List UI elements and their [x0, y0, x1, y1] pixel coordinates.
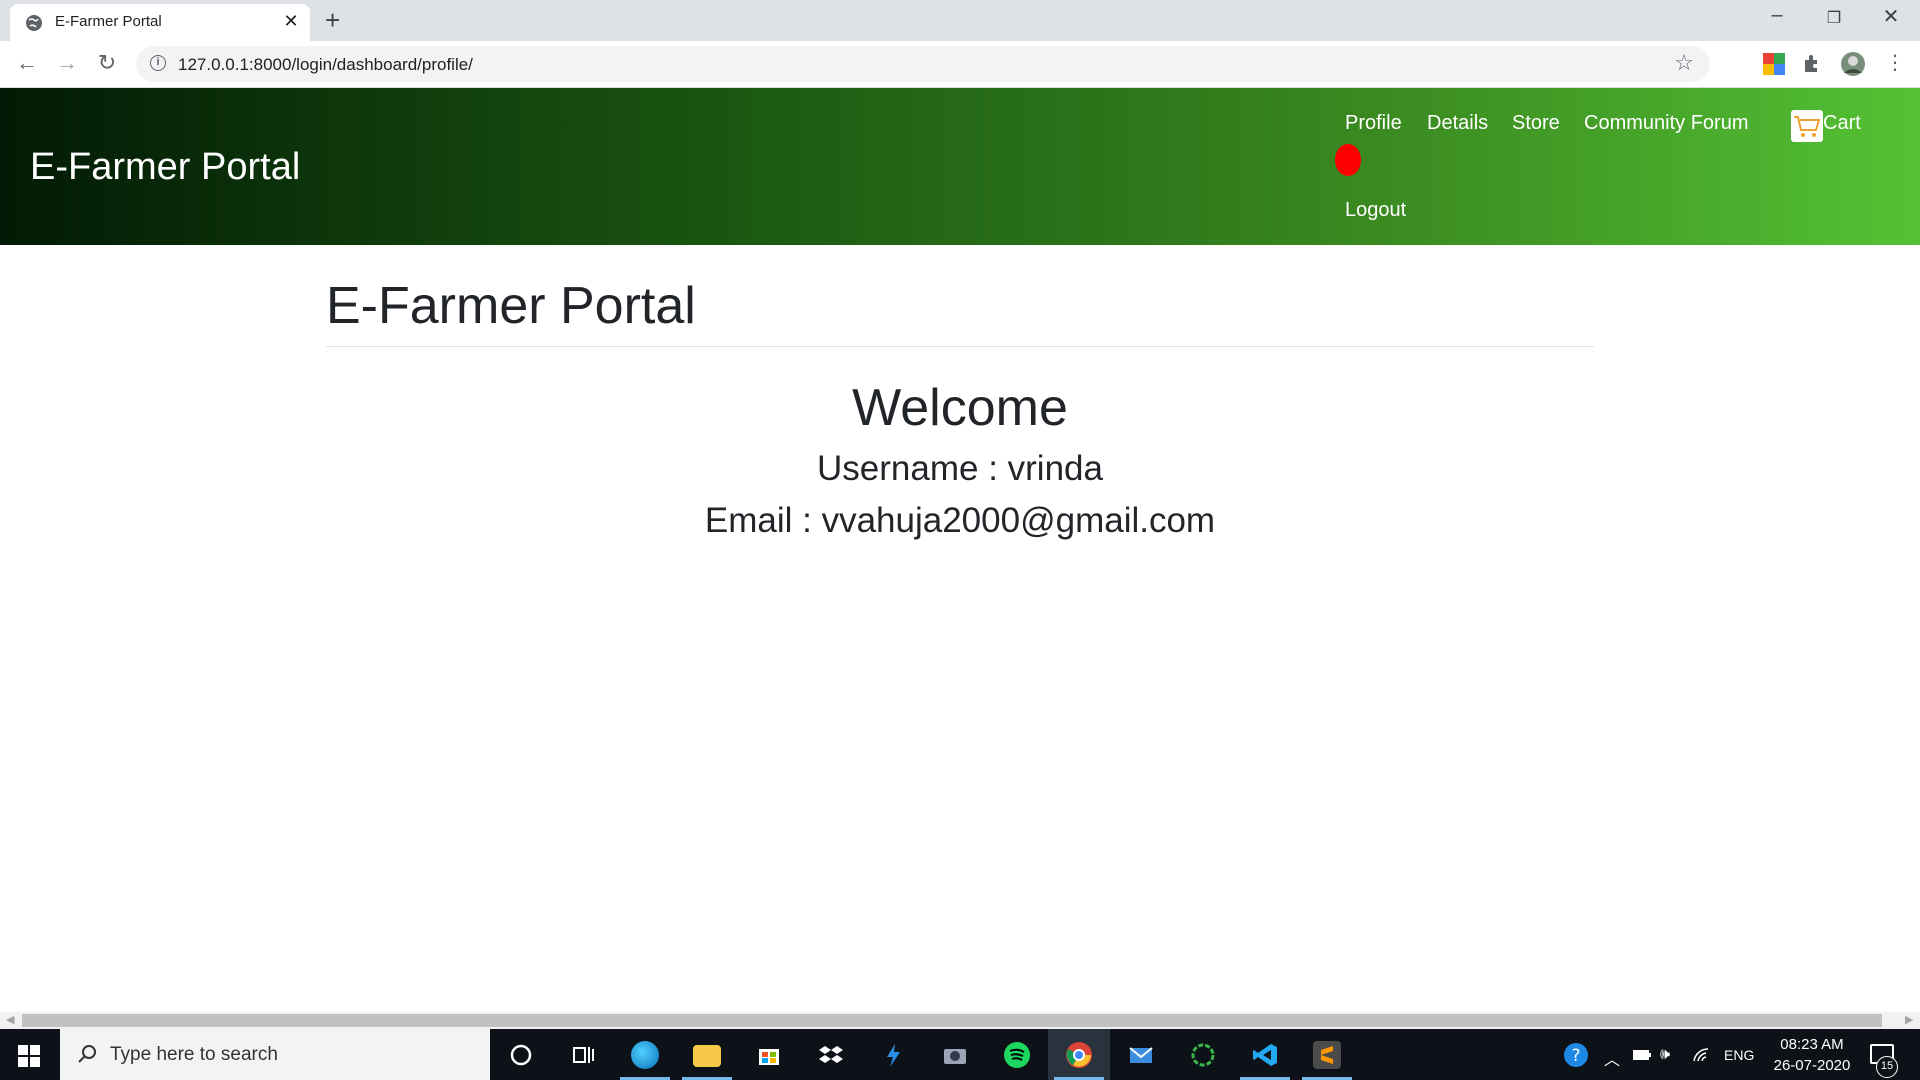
nav-profile[interactable]: Profile	[1345, 112, 1402, 135]
nav-logout[interactable]: Logout	[1345, 199, 1406, 222]
file-explorer-icon[interactable]	[676, 1029, 738, 1080]
microsoft-store-icon[interactable]	[738, 1029, 800, 1080]
url-text[interactable]: 127.0.0.1:8000/login/dashboard/profile/	[178, 55, 473, 75]
loading-ring-app-icon[interactable]	[1172, 1029, 1234, 1080]
search-icon	[78, 1045, 96, 1063]
minimize-icon[interactable]: –	[1757, 4, 1797, 27]
extension-colorful-icon[interactable]	[1762, 52, 1786, 76]
extensions-puzzle-icon[interactable]	[1800, 52, 1824, 76]
spotify-icon[interactable]	[986, 1029, 1048, 1080]
scroll-left-icon[interactable]: ◀	[6, 1013, 14, 1026]
cortana-icon[interactable]	[490, 1029, 552, 1080]
nav-cart[interactable]: Cart	[1823, 112, 1861, 135]
globe-icon	[26, 15, 42, 31]
search-placeholder: Type here to search	[110, 1044, 278, 1065]
back-icon[interactable]: ←	[12, 50, 42, 76]
welcome-heading: Welcome	[852, 379, 1068, 437]
edge-browser-icon[interactable]	[614, 1029, 676, 1080]
windows-taskbar: Type here to search ? ︿ 🕪 ENG 08:23 AM 2…	[0, 1029, 1920, 1080]
notification-dot	[1335, 144, 1361, 176]
chrome-icon[interactable]	[1048, 1029, 1110, 1080]
close-tab-icon[interactable]: ✕	[280, 11, 302, 32]
taskbar-clock[interactable]: 08:23 AM 26-07-2020	[1752, 1034, 1872, 1076]
svg-text:?: ?	[1571, 1046, 1580, 1066]
browser-tab[interactable]: E-Farmer Portal ✕	[10, 4, 310, 41]
reload-icon[interactable]: ↻	[92, 50, 122, 76]
title-divider	[326, 346, 1594, 347]
mail-icon[interactable]	[1110, 1029, 1172, 1080]
site-header: E-Farmer Portal Profile Details Store Co…	[0, 88, 1920, 245]
clock-date: 26-07-2020	[1773, 1057, 1851, 1074]
windows-start-icon[interactable]	[18, 1045, 40, 1067]
restore-icon[interactable]: ❐	[1814, 8, 1854, 28]
lightning-app-icon[interactable]	[862, 1029, 924, 1080]
username-text: Username : vrinda	[817, 449, 1103, 488]
site-info-icon[interactable]: i	[150, 55, 166, 71]
camera-icon[interactable]	[924, 1029, 986, 1080]
taskbar-search-box[interactable]: Type here to search	[60, 1029, 490, 1080]
email-text: Email : vvahuja2000@gmail.com	[704, 501, 1216, 540]
bookmark-star-icon[interactable]: ☆	[1674, 50, 1694, 76]
notification-count-badge: 15	[1876, 1056, 1898, 1078]
nav-details[interactable]: Details	[1427, 112, 1488, 135]
browser-toolbar: ← → ↻ i 127.0.0.1:8000/login/dashboard/p…	[0, 41, 1920, 88]
profile-avatar-icon[interactable]	[1840, 51, 1866, 77]
vscode-icon[interactable]	[1234, 1029, 1296, 1080]
nav-store[interactable]: Store	[1512, 112, 1560, 135]
sublime-text-icon[interactable]	[1296, 1029, 1358, 1080]
clock-time: 08:23 AM	[1780, 1036, 1844, 1053]
new-tab-icon[interactable]: +	[325, 5, 340, 36]
tab-title: E-Farmer Portal	[55, 13, 162, 30]
close-window-icon[interactable]: ✕	[1871, 4, 1911, 29]
horizontal-scrollbar[interactable]: ◀ ▶	[0, 1012, 1920, 1029]
wifi-icon[interactable]	[1692, 1047, 1712, 1063]
scroll-right-icon[interactable]: ▶	[1905, 1013, 1913, 1026]
forward-icon[interactable]: →	[52, 50, 82, 76]
browser-menu-icon[interactable]: ⋮	[1880, 50, 1910, 75]
site-brand[interactable]: E-Farmer Portal	[30, 146, 300, 189]
language-indicator[interactable]: ENG	[1724, 1047, 1754, 1063]
dropbox-icon[interactable]	[800, 1029, 862, 1080]
help-icon[interactable]: ?	[1562, 1041, 1590, 1069]
task-view-icon[interactable]	[552, 1029, 614, 1080]
volume-icon[interactable]: 🕪	[1660, 1046, 1670, 1064]
page-title: E-Farmer Portal	[326, 277, 696, 335]
battery-icon[interactable]	[1632, 1048, 1652, 1062]
scrollbar-thumb[interactable]	[22, 1014, 1882, 1027]
show-hidden-icons-chevron-icon[interactable]: ︿	[1604, 1046, 1620, 1070]
address-bar[interactable]: i 127.0.0.1:8000/login/dashboard/profile…	[136, 46, 1710, 82]
browser-tab-bar: E-Farmer Portal ✕ + – ❐ ✕	[0, 0, 1920, 41]
nav-community-forum[interactable]: Community Forum	[1584, 112, 1748, 135]
cart-icon[interactable]	[1791, 110, 1823, 142]
